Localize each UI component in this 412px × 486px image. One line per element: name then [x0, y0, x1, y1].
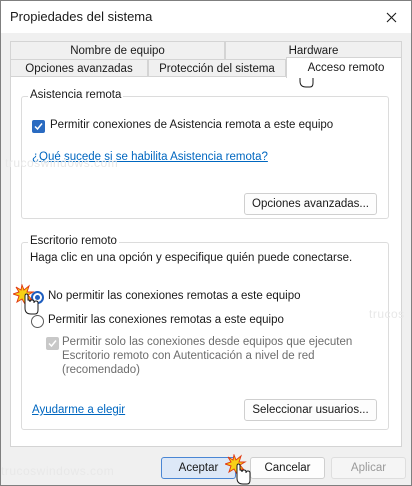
nla-only-label-line2: Escritorio remoto con Autenticación a ni…: [62, 350, 315, 362]
nla-only-label-line1: Permitir solo las conexiones desde equip…: [62, 336, 353, 348]
system-properties-window: Propiedades del sistema Nombre de equipo…: [0, 0, 412, 486]
close-button[interactable]: [371, 1, 411, 33]
cancel-button[interactable]: Cancelar: [250, 457, 325, 479]
title-bar: Propiedades del sistema: [1, 1, 411, 33]
button-label: Aplicar: [350, 462, 387, 474]
help-me-choose-link[interactable]: Ayudarme a elegir: [32, 404, 125, 416]
tab-advanced-options[interactable]: Opciones avanzadas: [10, 59, 148, 77]
hand-pointer-icon: [13, 284, 39, 315]
remote-assistance-title: Asistencia remota: [28, 89, 124, 101]
button-label: Cancelar: [264, 462, 311, 474]
nla-only-label-line3: (recomendado): [62, 364, 140, 376]
watermark-text: trucos: [369, 307, 405, 321]
button-label: Seleccionar usuarios...: [252, 404, 369, 416]
tab-panel: Asistencia remota Permitir conexiones de…: [10, 76, 402, 447]
nla-only-checkbox[interactable]: [46, 337, 59, 350]
tab-remote-access[interactable]: Acceso remoto: [286, 57, 402, 78]
button-label: Opciones avanzadas...: [252, 198, 369, 210]
select-users-button[interactable]: Seleccionar usuarios...: [244, 399, 377, 421]
check-icon: [48, 340, 57, 348]
advanced-options-button[interactable]: Opciones avanzadas...: [244, 193, 377, 215]
remote-desktop-title: Escritorio remoto: [28, 235, 119, 247]
tab-label: Nombre de equipo: [70, 44, 165, 57]
tab-label: Opciones avanzadas: [25, 62, 133, 75]
deny-remote-connections-label[interactable]: No permitir las conexiones remotas a est…: [48, 290, 301, 302]
tab-computer-name[interactable]: Nombre de equipo: [10, 41, 225, 59]
hand-pointer-icon: [225, 454, 251, 485]
watermark-text: trucoswindows.com: [5, 156, 119, 170]
window-title: Propiedades del sistema: [10, 9, 153, 24]
allow-remote-assistance-checkbox[interactable]: [32, 120, 45, 133]
tab-label: Acceso remoto: [307, 62, 385, 74]
tab-label: Protección del sistema: [159, 62, 275, 75]
allow-remote-connections-radio[interactable]: [31, 315, 44, 328]
allow-remote-assistance-label[interactable]: Permitir conexiones de Asistencia remota…: [50, 119, 333, 131]
apply-button[interactable]: Aplicar: [331, 457, 406, 479]
tab-system-protection[interactable]: Protección del sistema: [148, 59, 286, 77]
check-icon: [34, 123, 43, 131]
watermark-text: trucoswindows.com: [1, 464, 115, 478]
tab-label: Hardware: [288, 44, 339, 57]
allow-remote-connections-label[interactable]: Permitir las conexiones remotas a este e…: [48, 314, 284, 326]
close-icon: [386, 12, 396, 22]
button-label: Aceptar: [178, 462, 219, 474]
remote-desktop-instruction: Haga clic en una opción y especifique qu…: [30, 252, 353, 264]
